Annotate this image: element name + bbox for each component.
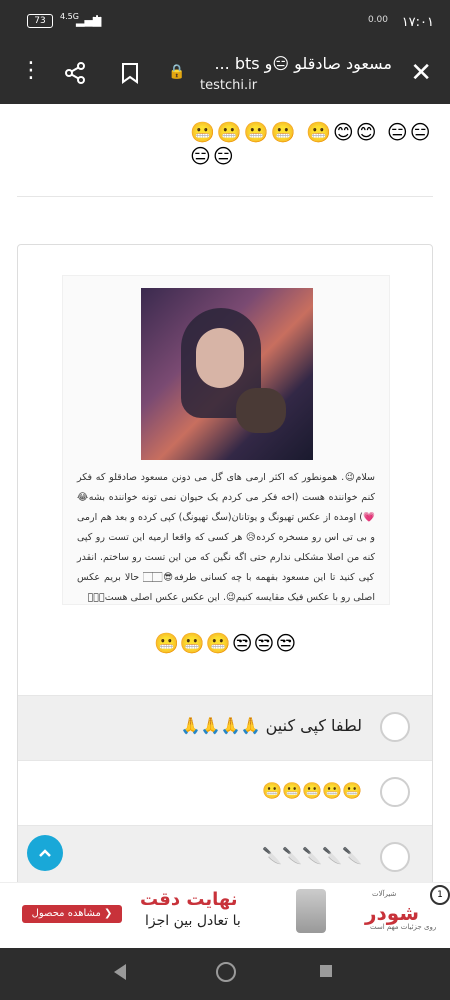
ad-badge[interactable]: 1 [430,885,450,905]
option-2[interactable]: 😬😬😬😬😬 [18,760,432,825]
bottom-emoji-row: 😬😬😬😒😒😒 [154,631,298,655]
close-icon[interactable]: ✕ [410,60,432,86]
ad-headline: نهایت دقت [140,889,238,910]
bookmark-icon[interactable] [120,62,140,88]
radio-button[interactable] [380,842,410,872]
faucet-image [296,889,326,933]
ad-subline: با تعادل بین اجزا [145,913,241,929]
page-title: مسعود صادقلو 😑و bts ... [214,54,392,73]
post-image [141,288,313,460]
pager-strip [0,938,450,948]
system-navbar [0,948,450,1000]
home-icon[interactable] [216,962,236,982]
share-icon[interactable] [64,62,86,88]
url-text[interactable]: testchi.ir [200,78,257,93]
option-label: لطفا کپی کنین 🙏🙏🙏🙏 [180,716,362,735]
image-face [196,328,244,388]
browser-toolbar: ✕ مسعود صادقلو 😑و bts ... 🔒 testchi.ir ⋮ [0,48,450,104]
option-label: 🔪🔪🔪🔪🔪 [262,846,362,865]
ad-banner[interactable]: مشاهده محصول ❯ نهایت دقت با تعادل بین اج… [0,882,450,939]
top-emoji-row: 😬😬😬😬 😬😊😊 😑😑😑😑 [190,120,433,168]
bluetooth-icon: ✱ [92,13,103,27]
ad-brand-top: شیرآلات [372,890,397,898]
post-text: سلام😉. همونطور که اکثر ارمی های گل می دو… [77,472,375,603]
scroll-top-button[interactable] [27,835,63,871]
option-3[interactable]: 🔪🔪🔪🔪🔪 [18,825,432,885]
back-icon[interactable] [114,964,126,980]
status-bar: 73 4.5G ▂▄▆ ✱ 0.00 ۱۷:۰۱ [0,0,450,48]
page-content: 😬😬😬😬 😬😊😊 😑😑😑😑 سلام😉. همونطور که اکثر ارم… [0,104,450,886]
option-label: 😬😬😬😬😬 [262,781,362,800]
battery-icon: 73 [27,14,53,28]
lock-icon[interactable]: 🔒 [168,64,185,80]
image-cat [236,388,286,433]
clock: ۱۷:۰۱ [401,15,434,30]
radio-button[interactable] [380,777,410,807]
ad-brand: شودر [365,901,419,925]
question-card: سلام😉. همونطور که اکثر ارمی های گل می دو… [17,244,433,886]
ad-cta-button[interactable]: مشاهده محصول ❯ [22,905,122,923]
post-box: سلام😉. همونطور که اکثر ارمی های گل می دو… [62,275,390,605]
option-1[interactable]: لطفا کپی کنین 🙏🙏🙏🙏 [18,695,432,760]
radio-button[interactable] [380,712,410,742]
ad-brand-sub: روی جزئیات مهم است [370,923,437,931]
menu-icon[interactable]: ⋮ [20,60,42,82]
divider [17,196,433,197]
network-speed: 0.00 [367,15,388,25]
recents-icon[interactable] [320,965,332,977]
